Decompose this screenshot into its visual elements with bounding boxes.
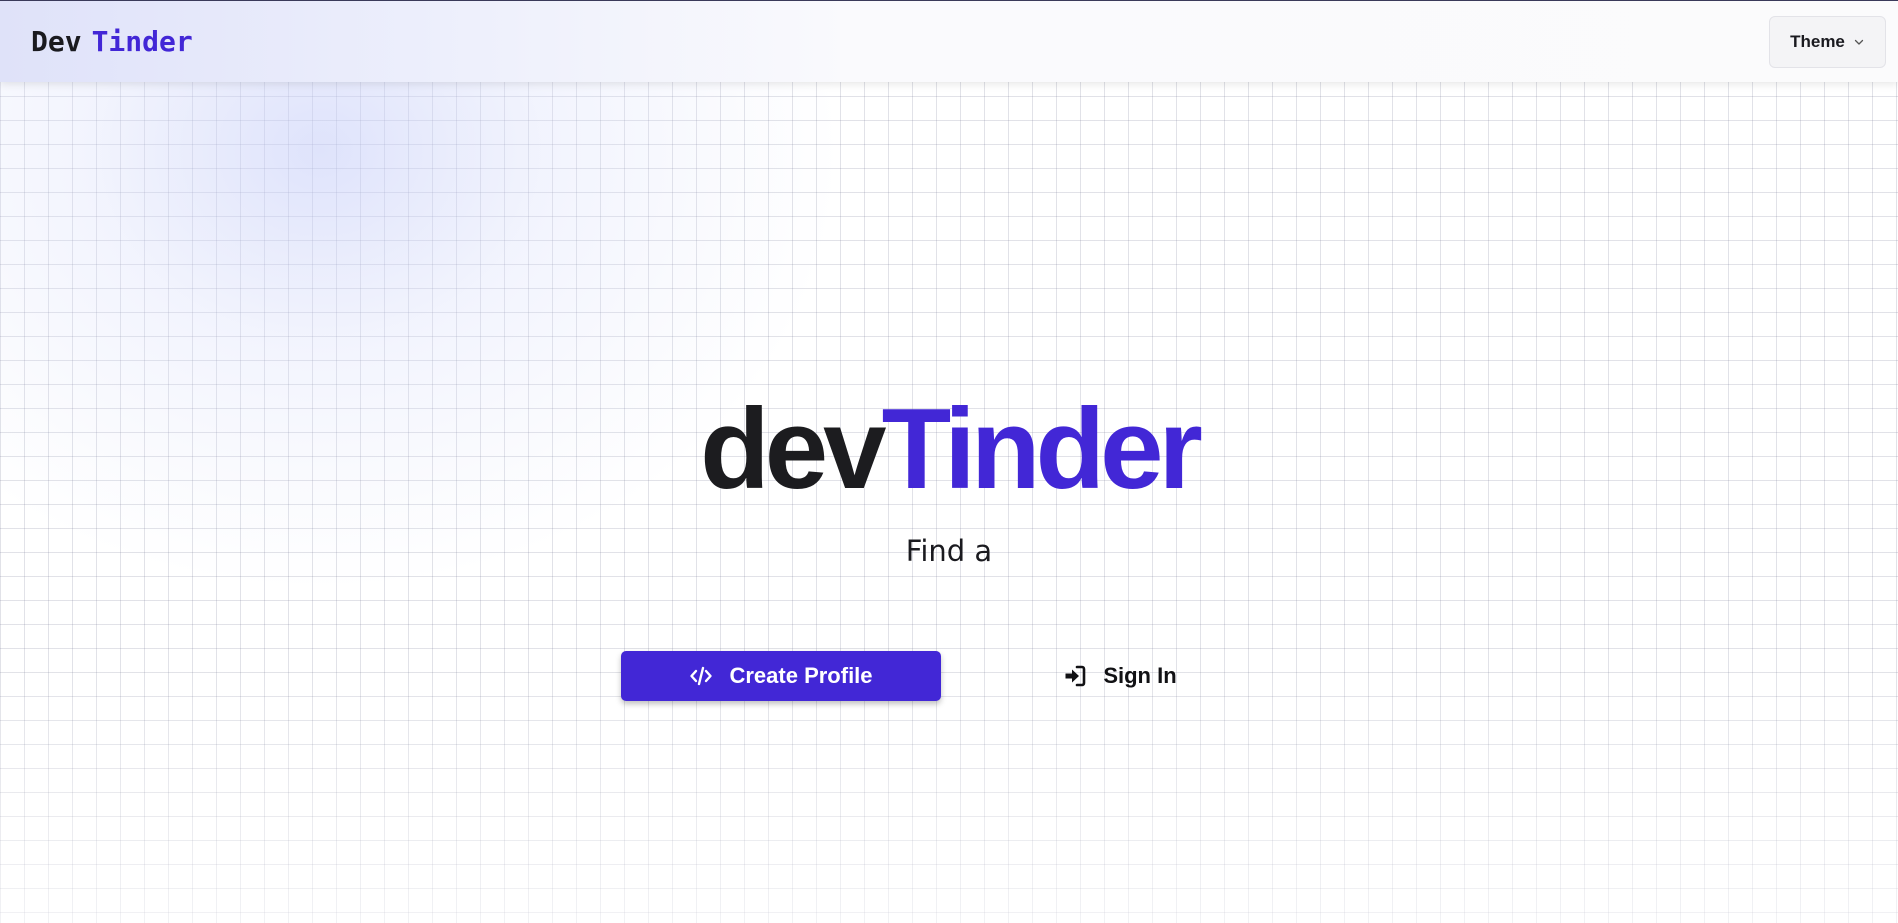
brand-logo-dev: Dev (31, 25, 82, 58)
brand-logo-tinder: Tinder (91, 25, 193, 58)
code-icon (690, 666, 713, 686)
brand-logo[interactable]: Dev Tinder (31, 25, 193, 58)
navbar: Dev Tinder Theme (0, 0, 1898, 82)
background-fade (0, 663, 1898, 923)
create-profile-label: Create Profile (729, 663, 873, 688)
chevron-down-icon (1854, 39, 1864, 45)
theme-label: Theme (1790, 31, 1845, 51)
hero-subtitle: Find a (905, 534, 993, 568)
hero-title-tinder: Tinder (881, 386, 1203, 513)
hero-title-dev: dev (700, 386, 886, 513)
sign-in-button[interactable]: Sign In (1052, 651, 1188, 701)
theme-dropdown-button[interactable]: Theme (1769, 15, 1886, 68)
sign-in-label: Sign In (1103, 663, 1177, 688)
create-profile-button[interactable]: Create Profile (621, 651, 941, 701)
hero-title: devTinder (0, 380, 1898, 520)
sign-in-icon (1065, 665, 1086, 687)
